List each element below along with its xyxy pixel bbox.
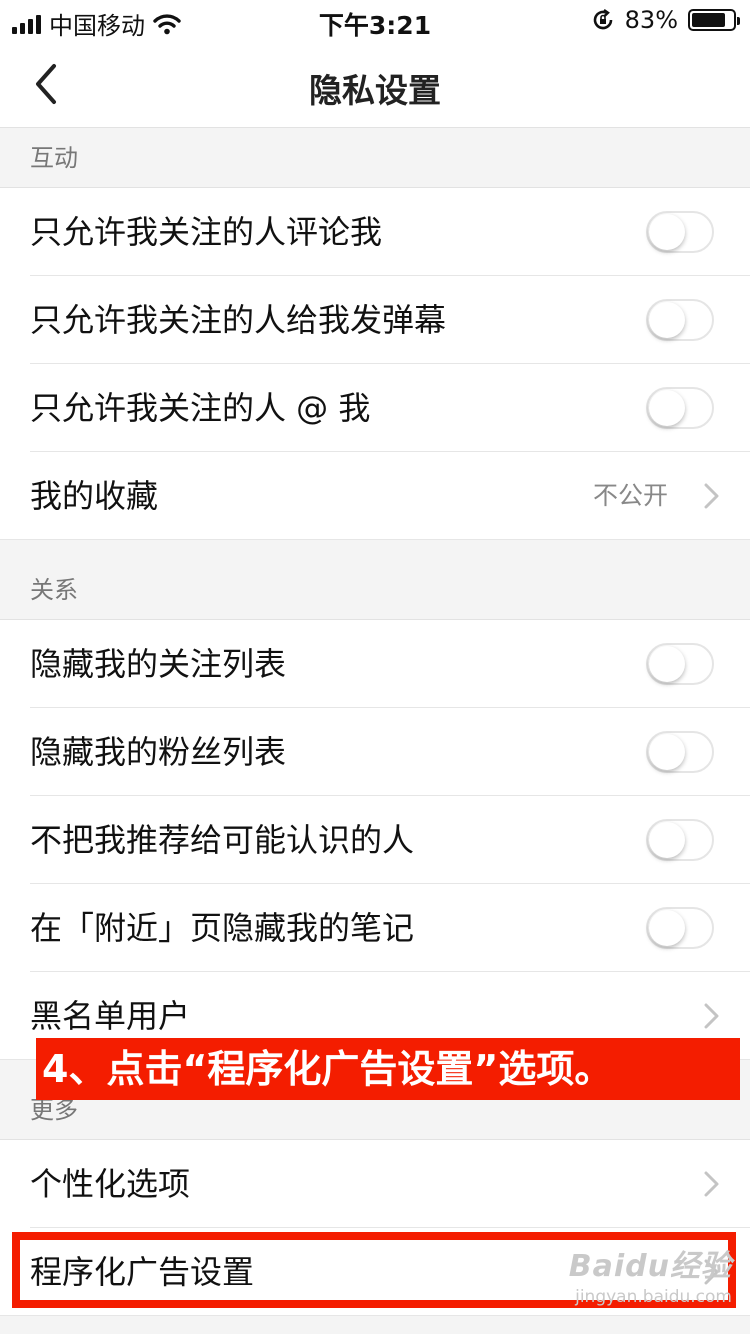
instruction-banner: 4、点击“程序化广告设置”选项。	[36, 1038, 740, 1100]
chevron-right-icon	[704, 483, 719, 509]
chevron-right-icon	[704, 1171, 719, 1197]
toggle-knob	[649, 646, 685, 682]
setting-no-recommend-to-acquaintances[interactable]: 不把我推荐给可能认识的人	[0, 796, 750, 884]
setting-label: 不把我推荐给可能认识的人	[30, 821, 415, 859]
baidu-logo: Baidu经验	[568, 1249, 732, 1284]
setting-label: 隐藏我的粉丝列表	[30, 733, 287, 771]
setting-personalization-options[interactable]: 个性化选项	[0, 1140, 750, 1228]
battery-percent: 83%	[624, 6, 678, 34]
setting-label: 只允许我关注的人给我发弹幕	[30, 301, 447, 339]
toggle-knob	[649, 214, 685, 250]
watermark-url: jingyan.baidu.com	[575, 1287, 732, 1307]
setting-mention-followed-only[interactable]: 只允许我关注的人 @ 我	[0, 364, 750, 452]
setting-label: 只允许我关注的人 @ 我	[30, 389, 371, 427]
divider	[0, 539, 750, 540]
toggle-switch[interactable]	[646, 643, 714, 685]
watermark: Baidu经验 jingyan.baidu.com	[562, 1250, 732, 1324]
toggle-knob	[649, 910, 685, 946]
setting-my-collections[interactable]: 我的收藏 不公开	[0, 452, 750, 540]
setting-label: 只允许我关注的人评论我	[30, 213, 383, 251]
section-header-relations: 关系	[0, 560, 750, 620]
toggle-switch[interactable]	[646, 299, 714, 341]
toggle-knob	[649, 390, 685, 426]
navigation-bar: 隐私设置	[0, 40, 750, 128]
setting-comment-followed-only[interactable]: 只允许我关注的人评论我	[0, 188, 750, 276]
page-title: 隐私设置	[309, 71, 441, 110]
privacy-settings-page: 中国移动 下午3:21 83% 隐私设置 互动 只允许我关注的人评论我 只允许我…	[0, 0, 750, 1334]
battery-icon	[688, 9, 740, 31]
toggle-switch[interactable]	[646, 387, 714, 429]
setting-danmaku-followed-only[interactable]: 只允许我关注的人给我发弹幕	[0, 276, 750, 364]
collection-visibility-value: 不公开	[592, 481, 668, 510]
setting-hide-notes-nearby[interactable]: 在「附近」页隐藏我的笔记	[0, 884, 750, 972]
toggle-switch[interactable]	[646, 819, 714, 861]
setting-label: 隐藏我的关注列表	[30, 645, 287, 683]
status-bar: 中国移动 下午3:21 83%	[0, 0, 750, 40]
toggle-switch[interactable]	[646, 907, 714, 949]
toggle-knob	[649, 734, 685, 770]
orientation-lock-icon	[593, 9, 612, 30]
setting-hide-following-list[interactable]: 隐藏我的关注列表	[0, 620, 750, 708]
status-right: 83%	[591, 6, 740, 34]
setting-label: 个性化选项	[30, 1165, 191, 1203]
setting-hide-fans-list[interactable]: 隐藏我的粉丝列表	[0, 708, 750, 796]
section-header-interaction: 互动	[0, 128, 750, 188]
toggle-knob	[649, 822, 685, 858]
toggle-switch[interactable]	[646, 731, 714, 773]
toggle-switch[interactable]	[646, 211, 714, 253]
toggle-knob	[649, 302, 685, 338]
setting-label: 在「附近」页隐藏我的笔记	[30, 909, 415, 947]
setting-label: 我的收藏	[30, 477, 159, 515]
battery-fill	[692, 13, 726, 27]
chevron-right-icon	[704, 1003, 719, 1029]
